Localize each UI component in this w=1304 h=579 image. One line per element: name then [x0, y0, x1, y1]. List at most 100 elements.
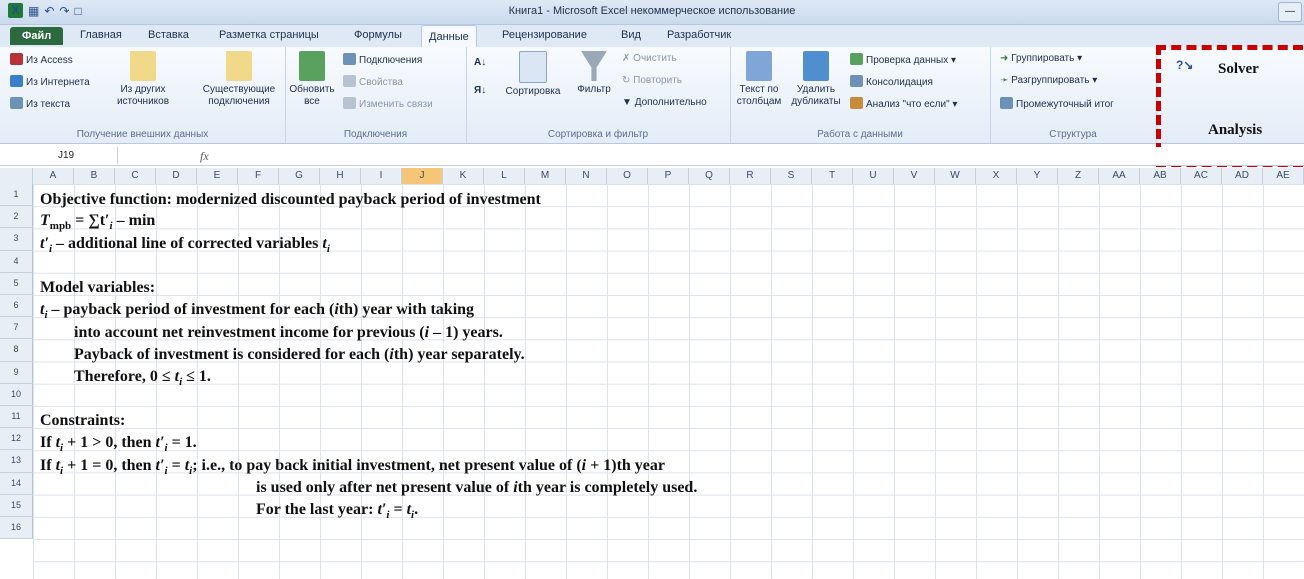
- column-header-ad[interactable]: AD: [1222, 168, 1263, 184]
- connections-button[interactable]: Подключения: [343, 53, 422, 67]
- row-header-4[interactable]: 4: [0, 250, 33, 273]
- minimize-button[interactable]: —: [1278, 2, 1302, 22]
- column-header-n[interactable]: N: [566, 168, 607, 184]
- row-header-1[interactable]: 1: [0, 184, 33, 207]
- column-header-s[interactable]: S: [771, 168, 812, 184]
- filter-button[interactable]: Фильтр: [574, 51, 614, 96]
- column-header-aa[interactable]: AA: [1099, 168, 1140, 184]
- column-header-l[interactable]: L: [484, 168, 525, 184]
- column-header-k[interactable]: K: [443, 168, 484, 184]
- tab-home[interactable]: Главная: [80, 29, 122, 41]
- column-header-ac[interactable]: AC: [1181, 168, 1222, 184]
- select-all-corner[interactable]: [0, 168, 33, 184]
- cell-g15[interactable]: For the last year: t′i = ti.: [256, 501, 418, 524]
- cell-a5[interactable]: Model variables:: [40, 279, 155, 297]
- sort-button[interactable]: Сортировка: [500, 51, 566, 98]
- properties-button[interactable]: Свойства: [343, 75, 403, 89]
- what-if-button[interactable]: Анализ "что если" ▾: [850, 97, 957, 111]
- advanced-button[interactable]: ▼ Дополнительно: [622, 97, 707, 109]
- consolidate-button[interactable]: Консолидация: [850, 75, 933, 89]
- cell-a2[interactable]: Tmpb = ∑t′i – min: [40, 212, 155, 235]
- refresh-all-button[interactable]: Обновить все: [289, 51, 335, 108]
- column-header-a[interactable]: A: [33, 168, 74, 184]
- remove-duplicates-button[interactable]: Удалить дубликаты: [788, 51, 844, 108]
- column-header-u[interactable]: U: [853, 168, 894, 184]
- text-to-columns-button[interactable]: Текст по столбцам: [734, 51, 784, 108]
- row-header-13[interactable]: 13: [0, 450, 33, 473]
- row-header-12[interactable]: 12: [0, 428, 33, 451]
- from-text-button[interactable]: Из текста: [10, 97, 70, 111]
- row-header-3[interactable]: 3: [0, 228, 33, 251]
- group-button[interactable]: ➜ Группировать ▾: [1000, 53, 1082, 65]
- cell-a1[interactable]: Objective function: modernized discounte…: [40, 191, 541, 209]
- existing-connections-button[interactable]: Существующие подключения: [196, 51, 282, 108]
- row-header-9[interactable]: 9: [0, 361, 33, 384]
- cell-b9[interactable]: Therefore, 0 ≤ ti ≤ 1.: [74, 368, 211, 391]
- column-header-h[interactable]: H: [320, 168, 361, 184]
- column-header-i[interactable]: I: [361, 168, 402, 184]
- column-header-e[interactable]: E: [197, 168, 238, 184]
- column-header-p[interactable]: P: [648, 168, 689, 184]
- from-access-button[interactable]: Из Access: [10, 53, 73, 67]
- from-web-button[interactable]: Из Интернета: [10, 75, 90, 89]
- text: ; i.e., to pay back initial investment, …: [192, 457, 582, 474]
- tab-view[interactable]: Вид: [621, 29, 641, 41]
- row-header-11[interactable]: 11: [0, 406, 33, 429]
- tab-data[interactable]: Данные: [421, 25, 477, 48]
- edit-links-button[interactable]: Изменить связи: [343, 97, 433, 111]
- column-header-q[interactable]: Q: [689, 168, 730, 184]
- column-header-d[interactable]: D: [156, 168, 197, 184]
- cell-g14[interactable]: is used only after net present value of …: [256, 479, 697, 497]
- cell-a13[interactable]: If ti + 1 = 0, then t′i = ti; i.e., to p…: [40, 457, 665, 480]
- ungroup-button[interactable]: ➛ Разгруппировать ▾: [1000, 75, 1097, 87]
- other-sources-button[interactable]: Из других источников: [108, 51, 178, 108]
- row-header-14[interactable]: 14: [0, 472, 33, 495]
- column-header-w[interactable]: W: [935, 168, 976, 184]
- column-header-f[interactable]: F: [238, 168, 279, 184]
- cell-a6[interactable]: ti – payback period of investment for ea…: [40, 301, 474, 324]
- row-header-5[interactable]: 5: [0, 272, 33, 295]
- name-box[interactable]: J19: [0, 147, 118, 164]
- data-validation-button[interactable]: Проверка данных ▾: [850, 53, 956, 67]
- column-header-m[interactable]: M: [525, 168, 566, 184]
- row-header-7[interactable]: 7: [0, 317, 33, 340]
- row-header-6[interactable]: 6: [0, 295, 33, 318]
- column-header-ab[interactable]: AB: [1140, 168, 1181, 184]
- fx-icon[interactable]: fx: [200, 149, 209, 164]
- cell-b8[interactable]: Payback of investment is considered for …: [74, 346, 525, 364]
- clear-button[interactable]: ✗ Очистить: [622, 53, 677, 65]
- column-header-v[interactable]: V: [894, 168, 935, 184]
- column-header-g[interactable]: G: [279, 168, 320, 184]
- row-header-16[interactable]: 16: [0, 517, 33, 540]
- cell-a11[interactable]: Constraints:: [40, 412, 125, 430]
- access-icon: [10, 53, 23, 65]
- tab-developer[interactable]: Разработчик: [667, 29, 731, 41]
- tab-page-layout[interactable]: Разметка страницы: [219, 29, 319, 41]
- tab-review[interactable]: Рецензирование: [502, 29, 587, 41]
- column-header-y[interactable]: Y: [1017, 168, 1058, 184]
- tab-formulas[interactable]: Формулы: [354, 29, 402, 41]
- column-header-x[interactable]: X: [976, 168, 1017, 184]
- group-label-sort: Сортировка и фильтр: [547, 129, 649, 140]
- column-header-r[interactable]: R: [730, 168, 771, 184]
- reapply-button[interactable]: ↻ Повторить: [622, 75, 682, 87]
- column-header-t[interactable]: T: [812, 168, 853, 184]
- column-header-z[interactable]: Z: [1058, 168, 1099, 184]
- column-header-ae[interactable]: AE: [1263, 168, 1304, 184]
- column-header-c[interactable]: C: [115, 168, 156, 184]
- tab-file[interactable]: Файл: [10, 27, 64, 45]
- column-header-j[interactable]: J: [402, 168, 443, 184]
- cell-b7[interactable]: into account net reinvestment income for…: [74, 324, 503, 342]
- cell-a3[interactable]: t′ i – additional line of corrected varia…: [40, 235, 330, 258]
- sort-za-icon[interactable]: Я↓: [474, 85, 486, 97]
- sort-az-icon[interactable]: A↓: [474, 57, 486, 69]
- subtotal-button[interactable]: Промежуточный итог: [1000, 97, 1114, 111]
- row-header-8[interactable]: 8: [0, 339, 33, 362]
- column-header-o[interactable]: O: [607, 168, 648, 184]
- row-header-2[interactable]: 2: [0, 206, 33, 229]
- tab-insert[interactable]: Вставка: [148, 29, 189, 41]
- row-header-10[interactable]: 10: [0, 383, 33, 406]
- column-header-b[interactable]: B: [74, 168, 115, 184]
- cell-a12[interactable]: If ti + 1 > 0, then t′i = 1.: [40, 434, 197, 457]
- row-header-15[interactable]: 15: [0, 494, 33, 517]
